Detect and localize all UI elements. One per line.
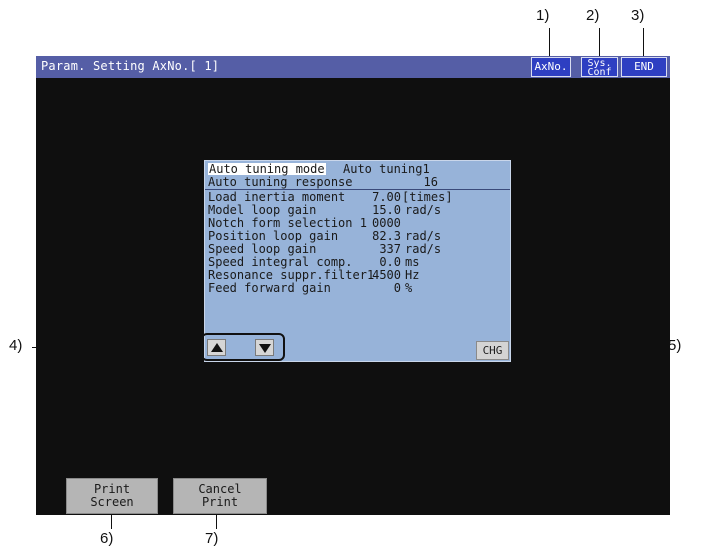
- param-value: 0: [393, 281, 401, 295]
- callout-3: 3): [631, 7, 645, 24]
- param-row[interactable]: Load inertia moment 7.00 [times]: [205, 191, 510, 203]
- param-label: Feed forward gain: [208, 281, 331, 295]
- param-label: Auto tuning mode: [208, 162, 326, 176]
- param-label: Notch form selection 1: [208, 216, 367, 230]
- print-screen-button[interactable]: Print Screen: [66, 478, 158, 514]
- scroll-buttons-highlight: [201, 333, 285, 361]
- callout-5: 5): [668, 337, 682, 354]
- leader-line-1: [549, 28, 550, 56]
- device-screen: Param. Setting AxNo.[ 1] AxNo. Sys. Conf…: [36, 56, 670, 515]
- end-button[interactable]: END: [621, 57, 667, 77]
- param-row[interactable]: Speed loop gain 337 rad/s: [205, 243, 510, 255]
- leader-line-3: [643, 28, 644, 56]
- param-value: 337: [379, 242, 401, 256]
- param-row[interactable]: Feed forward gain 0 %: [205, 282, 510, 294]
- callout-2: 2): [586, 7, 600, 24]
- param-unit: rad/s: [405, 242, 442, 256]
- param-label: Load inertia moment: [208, 190, 346, 204]
- callout-1: 1): [536, 7, 550, 24]
- param-value: 0000: [372, 216, 401, 230]
- param-label: Speed integral comp.: [208, 255, 353, 269]
- param-row[interactable]: Position loop gain 82.3 rad/s: [205, 230, 510, 242]
- cancel-print-label-line1: Cancel: [198, 482, 242, 496]
- param-label: Speed loop gain: [208, 242, 317, 256]
- param-value: 15.0: [372, 203, 401, 217]
- cancel-print-button[interactable]: Cancel Print: [173, 478, 267, 514]
- param-value: 0.0: [379, 255, 401, 269]
- print-screen-label-line1: Print: [93, 482, 131, 496]
- param-label: Auto tuning response: [208, 175, 353, 189]
- param-value: 4500: [372, 268, 401, 282]
- axno-button[interactable]: AxNo.: [531, 57, 571, 77]
- sys-conf-button[interactable]: Sys. Conf: [581, 57, 618, 78]
- title-bar: Param. Setting AxNo.[ 1] AxNo. Sys. Conf…: [36, 56, 670, 78]
- parameter-panel: Auto tuning mode Auto tuning1 Auto tunin…: [204, 160, 511, 362]
- param-row-auto-tuning-mode[interactable]: Auto tuning mode Auto tuning1: [205, 163, 510, 175]
- callout-7: 7): [205, 530, 219, 547]
- callout-6: 6): [100, 530, 114, 547]
- param-row[interactable]: Speed integral comp. 0.0 ms: [205, 256, 510, 268]
- param-label: Position loop gain: [208, 229, 339, 243]
- param-value: 16: [423, 175, 438, 189]
- param-row[interactable]: Model loop gain 15.0 rad/s: [205, 204, 510, 216]
- param-unit: %: [405, 281, 413, 295]
- param-row[interactable]: Auto tuning response 16: [205, 176, 510, 188]
- param-unit: Hz: [405, 268, 420, 282]
- callout-4: 4): [9, 337, 23, 354]
- leader-line-7: [216, 514, 217, 529]
- leader-line-6: [111, 514, 112, 529]
- print-screen-label-line2: Screen: [90, 495, 134, 509]
- param-label: Model loop gain: [208, 203, 317, 217]
- sys-conf-label-line2: Conf: [587, 67, 612, 78]
- param-unit: rad/s: [405, 229, 442, 243]
- param-label: Resonance suppr.filter1: [208, 268, 375, 282]
- param-value: 7.00: [372, 190, 401, 204]
- param-row[interactable]: Notch form selection 1 0000: [205, 217, 510, 229]
- param-value: 82.3: [372, 229, 401, 243]
- param-row[interactable]: Resonance suppr.filter1 4500 Hz: [205, 269, 510, 281]
- param-unit: ms: [405, 255, 420, 269]
- screen-title: Param. Setting AxNo.[ 1]: [41, 59, 220, 73]
- cancel-print-label-line2: Print: [201, 495, 239, 509]
- param-unit: [times]: [402, 190, 453, 204]
- param-value: Auto tuning1: [343, 162, 430, 176]
- param-unit: rad/s: [405, 203, 442, 217]
- chg-button[interactable]: CHG: [476, 341, 509, 360]
- leader-line-2: [599, 28, 600, 56]
